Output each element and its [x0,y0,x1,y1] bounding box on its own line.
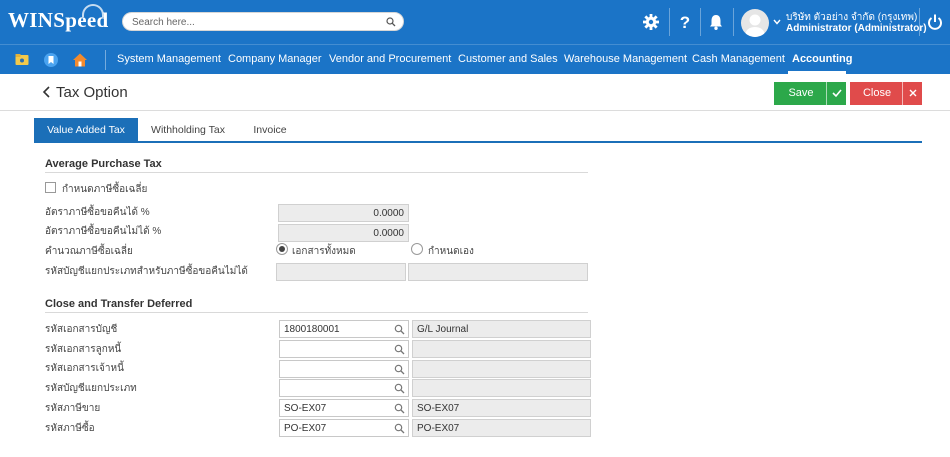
menu-company-manager[interactable]: Company Manager [228,53,322,65]
gl-account-lookup[interactable] [279,379,409,397]
refundable-rate-label: อัตราภาษีซื้อขอคืนได้ % [45,207,150,218]
sales-tax-label: รหัสภาษีขาย [45,403,101,414]
search-icon[interactable] [394,383,405,394]
section-title-average-purchase-tax: Average Purchase Tax [45,158,162,170]
purchase-tax-desc: PO-EX07 [412,419,591,437]
chevron-down-icon[interactable] [773,19,781,25]
save-button-label: Save [788,87,814,99]
calc-average-label: คำนวณภาษีซื้อเฉลี่ย [45,246,133,257]
menu-customer-sales[interactable]: Customer and Sales [458,53,558,65]
menu-accounting[interactable]: Accounting [792,53,853,65]
search-input[interactable] [132,15,382,29]
search-icon[interactable] [386,17,396,27]
checkbox-label: กำหนดภาษีซื้อเฉลี่ย [62,184,148,195]
help-icon[interactable]: ? [675,12,695,32]
page-title: Tax Option [56,84,128,101]
section-divider [45,172,588,173]
toolbar-divider [669,8,670,36]
menu-vendor-procurement[interactable]: Vendor and Procurement [329,53,451,65]
search-icon[interactable] [394,423,405,434]
check-icon [832,89,842,98]
toolbar-divider [700,8,701,36]
menu-divider [105,50,106,70]
search-icon[interactable] [394,324,405,335]
search-icon[interactable] [394,403,405,414]
lookup-value: SO-EX07 [284,403,327,414]
gl-document-label: รหัสเอกสารบัญชี [45,324,118,335]
nonrefundable-account-desc [408,263,588,281]
ap-document-lookup[interactable] [279,360,409,378]
back-chevron-icon[interactable] [42,86,51,98]
folder-icon[interactable] [14,52,30,68]
ap-document-desc [412,360,591,378]
ar-document-desc [412,340,591,358]
radio-manual-label: กำหนดเอง [428,246,474,257]
radio-manual[interactable] [411,243,423,255]
ar-document-label: รหัสเอกสารลูกหนี้ [45,344,122,355]
home-icon[interactable] [72,52,88,68]
nonrefundable-rate-label: อัตราภาษีซื้อขอคืนไม่ได้ % [45,226,162,237]
section-divider [45,312,588,313]
close-icon [909,89,917,97]
main-menu-bar: System Management Company Manager Vendor… [0,44,950,74]
tab-value-added-tax[interactable]: Value Added Tax [34,118,138,141]
close-button-label: Close [862,87,892,99]
radio-all-documents-label: เอกสารทั้งหมด [292,246,356,257]
toolbar-divider [733,8,734,36]
purchase-tax-label: รหัสภาษีซื้อ [45,423,95,434]
settings-gear-icon[interactable] [641,12,661,32]
nonrefundable-account-label: รหัสบัญชีแยกประเภทสำหรับภาษีซื้อขอคืนไม่… [45,266,248,277]
avatar[interactable] [741,9,769,37]
toolbar-divider [919,8,920,36]
ar-document-lookup[interactable] [279,340,409,358]
menu-warehouse-management[interactable]: Warehouse Management [564,53,687,65]
power-icon[interactable] [925,12,945,32]
menu-system-management[interactable]: System Management [117,53,221,65]
sales-tax-lookup[interactable]: SO-EX07 [279,399,409,417]
global-search[interactable] [122,12,404,31]
notification-bell-icon[interactable] [706,12,726,32]
refundable-rate-field[interactable]: 0.0000 [278,204,409,222]
bookmark-icon[interactable] [43,52,59,68]
gl-document-lookup[interactable]: 1800180001 [279,320,409,338]
tax-tabs: Value Added Tax Withholding Tax Invoice [34,118,922,143]
gl-account-desc [412,379,591,397]
gl-account-label: รหัสบัญชีแยกประเภท [45,383,137,394]
lookup-value: 1800180001 [284,324,340,335]
search-icon[interactable] [394,344,405,355]
ap-document-label: รหัสเอกสารเจ้าหนี้ [45,363,124,374]
gl-document-desc: G/L Journal [412,320,591,338]
app-logo[interactable]: WINSpeed [8,4,108,38]
tab-withholding-tax[interactable]: Withholding Tax [142,118,234,141]
user-icon [745,14,765,37]
page-header: Tax Option Save Close [0,74,950,111]
save-dropdown[interactable] [826,82,846,105]
average-purchase-tax-checkbox[interactable] [45,182,56,193]
user-name: Administrator (Administrator) [786,23,927,34]
nonrefundable-account-code[interactable] [276,263,406,281]
sales-tax-desc: SO-EX07 [412,399,591,417]
lookup-value: PO-EX07 [284,423,327,434]
close-x[interactable] [902,82,922,105]
nonrefundable-rate-field[interactable]: 0.0000 [278,224,409,242]
purchase-tax-lookup[interactable]: PO-EX07 [279,419,409,437]
search-icon[interactable] [394,364,405,375]
cloud-icon [82,4,104,17]
tab-invoice[interactable]: Invoice [242,118,298,141]
radio-all-documents[interactable] [276,243,288,255]
menu-cash-management[interactable]: Cash Management [692,53,785,65]
svg-text:?: ? [680,13,690,32]
section-title-close-transfer: Close and Transfer Deferred [45,298,193,310]
top-bar: WINSpeed ? บริษัท ตัวอย่าง จำกัด ( [0,0,950,44]
